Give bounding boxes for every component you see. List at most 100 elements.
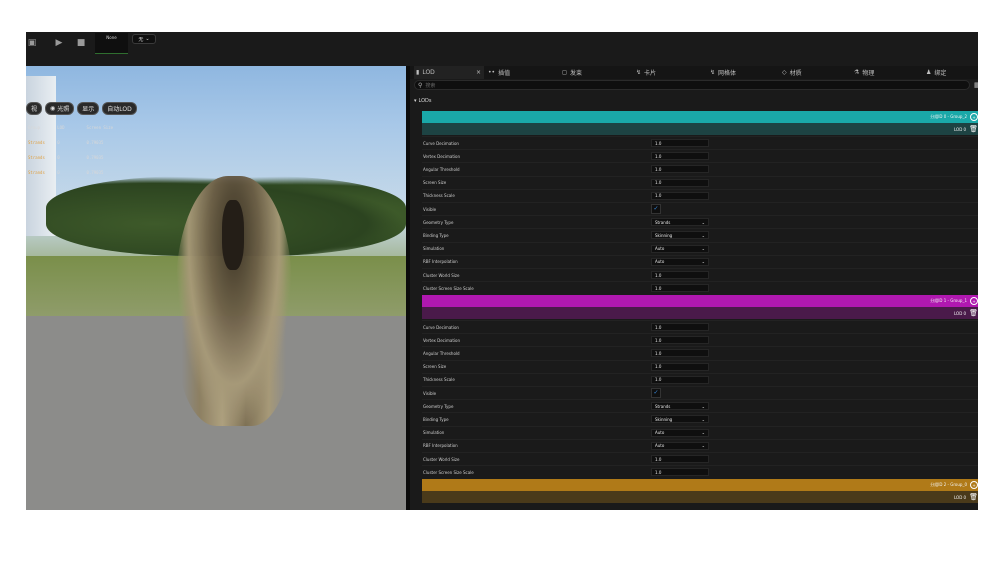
rbf-interpolation-select[interactable]: Auto ⌄ — [651, 257, 709, 266]
group-header[interactable]: 分组ID 2 - Group_0 + — [422, 479, 978, 491]
trash-icon[interactable]: 🗑 — [969, 493, 978, 501]
thickness-scale-input[interactable]: 1.0 — [651, 191, 709, 200]
lod-header: LOD 0 🗑 — [422, 123, 978, 135]
visible-checkbox[interactable]: ✓ — [651, 388, 661, 398]
property-label: Binding Type — [423, 416, 449, 422]
view-mode-button[interactable]: 视 — [26, 102, 43, 115]
stats-lod-column: LOD 0 0 0 — [57, 115, 76, 185]
tab-label: 插值 — [498, 70, 511, 77]
curve-decimation-input[interactable]: 1.0 — [651, 323, 709, 331]
tab-cards[interactable]: ↯ 卡片 — [636, 66, 656, 79]
show-label: 显示 — [82, 106, 95, 113]
screen-size-input[interactable]: 1.0 — [651, 178, 709, 187]
preview-dropdown-value: 无 — [138, 36, 144, 43]
play-icon[interactable]: ▶ — [54, 36, 64, 50]
property-row-screen-size: Screen Size 1.0 — [422, 175, 978, 189]
property-label: Geometry Type — [423, 219, 454, 225]
vertex-decimation-input[interactable]: 1.0 — [651, 152, 709, 161]
auto-lod-label: 自动LOD — [107, 106, 132, 113]
simulation-select[interactable]: Auto ⌄ — [651, 244, 709, 253]
angular-threshold-input[interactable]: 1.0 — [651, 165, 709, 174]
cluster-screen-size-scale-input[interactable]: 1.0 — [651, 468, 709, 477]
hair-inner-shadow — [222, 200, 244, 270]
vertex-decimation-input[interactable]: 1.0 — [651, 336, 709, 345]
tab-label: 物理 — [862, 70, 875, 77]
group-header[interactable]: 分组ID 1 - Group_1 + — [422, 295, 978, 307]
visible-checkbox[interactable]: ✓ — [651, 204, 661, 214]
group-title: 分组ID 2 - Group_0 — [930, 482, 967, 487]
cluster-screen-size-scale-input[interactable]: 1.0 — [651, 284, 709, 293]
preview-viewport[interactable]: 视 ◉ 光照 显示 自动LOD Group Strands Strands Str… — [26, 66, 406, 510]
property-label: RBF Interpolation — [423, 443, 458, 449]
thickness-scale-input[interactable]: 1.0 — [651, 375, 709, 384]
tab-binding[interactable]: ♟ 绑定 — [926, 66, 946, 79]
group-header[interactable]: 分组ID 0 - Group_2 + — [422, 111, 978, 123]
screen-size-input[interactable]: 1.0 — [651, 362, 709, 371]
stats-screen-size-column: Screen Size 0.79035 0.79035 0.79035 — [87, 115, 114, 185]
property-row-thickness-scale: Thickness Scale 1.0 — [422, 188, 978, 202]
auto-lod-button[interactable]: 自动LOD — [102, 102, 137, 115]
tab-meshes[interactable]: ↯ 网格体 — [710, 66, 736, 79]
geometry-type-select[interactable]: Strands ⌄ — [651, 402, 709, 411]
add-circle-icon[interactable]: + — [970, 113, 978, 121]
property-row-vertex-decimation: Vertex Decimation 1.0 — [422, 149, 978, 162]
panel-tabs: ▮ LOD × •• 插值 ◻ 发束 ↯ 卡片 ↯ 网格体 ◇ 材质 ⚗ 物理 ♟ 绑定 — [410, 66, 978, 79]
trash-icon[interactable]: 🗑 — [969, 309, 978, 317]
property-row-vertex-decimation: Vertex Decimation 1.0 — [422, 333, 978, 346]
geometry-type-select[interactable]: Strands ⌄ — [651, 218, 709, 227]
trash-icon[interactable]: 🗑 — [969, 125, 978, 133]
stats-cell: 0 — [57, 140, 60, 145]
tab-label: 材质 — [789, 70, 802, 77]
select-value: Skinning — [655, 232, 673, 238]
tab-strands[interactable]: ◻ 发束 — [562, 66, 582, 79]
preview-dropdown[interactable]: 无 ⌄ — [132, 34, 156, 44]
viewport-stats: Group Strands Strands Strands LOD 0 0 0 … — [28, 115, 113, 185]
tab-lod-label: LOD — [422, 69, 435, 76]
tab-label: 绑定 — [934, 70, 947, 77]
cluster-world-size-input[interactable]: 1.0 — [651, 271, 709, 279]
view-mode-label: 视 — [31, 106, 38, 113]
cards-icon: ↯ — [636, 69, 642, 76]
stats-cell: Screen Size — [86, 125, 114, 130]
physics-icon: ⚗ — [854, 69, 860, 76]
tab-physics[interactable]: ⚗ 物理 — [854, 66, 874, 79]
cluster-world-size-input[interactable]: 1.0 — [651, 455, 709, 463]
top-toolbar: ▣ ▶ ■ None 无 ⌄ — [26, 32, 978, 67]
tab-lod[interactable]: ▮ LOD × — [414, 66, 484, 79]
add-circle-icon[interactable]: + — [970, 481, 978, 489]
stats-cell: 0 — [57, 155, 60, 160]
lighting-button[interactable]: ◉ 光照 — [45, 102, 75, 115]
rbf-interpolation-select[interactable]: Auto ⌄ — [651, 441, 709, 450]
lod-header: LOD 0 🗑 — [422, 491, 978, 503]
add-circle-icon[interactable]: + — [970, 297, 978, 305]
group-title: 分组ID 0 - Group_2 — [930, 114, 967, 119]
details-panel: ▮ LOD × •• 插值 ◻ 发束 ↯ 卡片 ↯ 网格体 ◇ 材质 ⚗ 物理 ♟ 绑定 ⚲ … — [406, 66, 978, 510]
show-button[interactable]: 显示 — [77, 102, 100, 115]
curve-decimation-input[interactable]: 1.0 — [651, 139, 709, 147]
search-input[interactable]: ⚲ 搜索 — [414, 80, 970, 90]
tab-interpolation[interactable]: •• 插值 — [488, 66, 510, 79]
tab-materials[interactable]: ◇ 材质 — [782, 66, 802, 79]
property-label: Visible — [423, 390, 437, 396]
angular-threshold-input[interactable]: 1.0 — [651, 349, 709, 358]
chevron-down-icon: ⌄ — [701, 246, 705, 252]
property-label: Cluster Screen Size Scale — [423, 285, 474, 291]
binding-type-select[interactable]: Skinning ⌄ — [651, 415, 709, 424]
binding-type-select[interactable]: Skinning ⌄ — [651, 231, 709, 240]
chevron-down-icon: ⌄ — [701, 443, 705, 449]
preview-combo[interactable]: None — [95, 33, 128, 54]
tab-label: 网格体 — [718, 70, 737, 77]
camera-icon[interactable]: ▣ — [26, 36, 38, 50]
tab-label: 发束 — [569, 70, 582, 77]
lods-label: LODs — [418, 98, 432, 104]
simulation-select[interactable]: Auto ⌄ — [651, 428, 709, 437]
stats-cell: 0 — [57, 170, 60, 175]
select-value: Auto — [655, 443, 665, 449]
stats-cell: Strands — [28, 155, 45, 160]
stop-icon[interactable]: ■ — [76, 36, 86, 50]
lods-section-header[interactable]: ▾ LODs — [414, 98, 432, 104]
property-row-rbf-interpolation: RBF Interpolation Auto ⌄ — [422, 254, 978, 268]
grid-view-icon[interactable]: ▦ — [974, 81, 978, 89]
search-placeholder: 搜索 — [425, 82, 436, 89]
close-icon[interactable]: × — [476, 69, 484, 76]
